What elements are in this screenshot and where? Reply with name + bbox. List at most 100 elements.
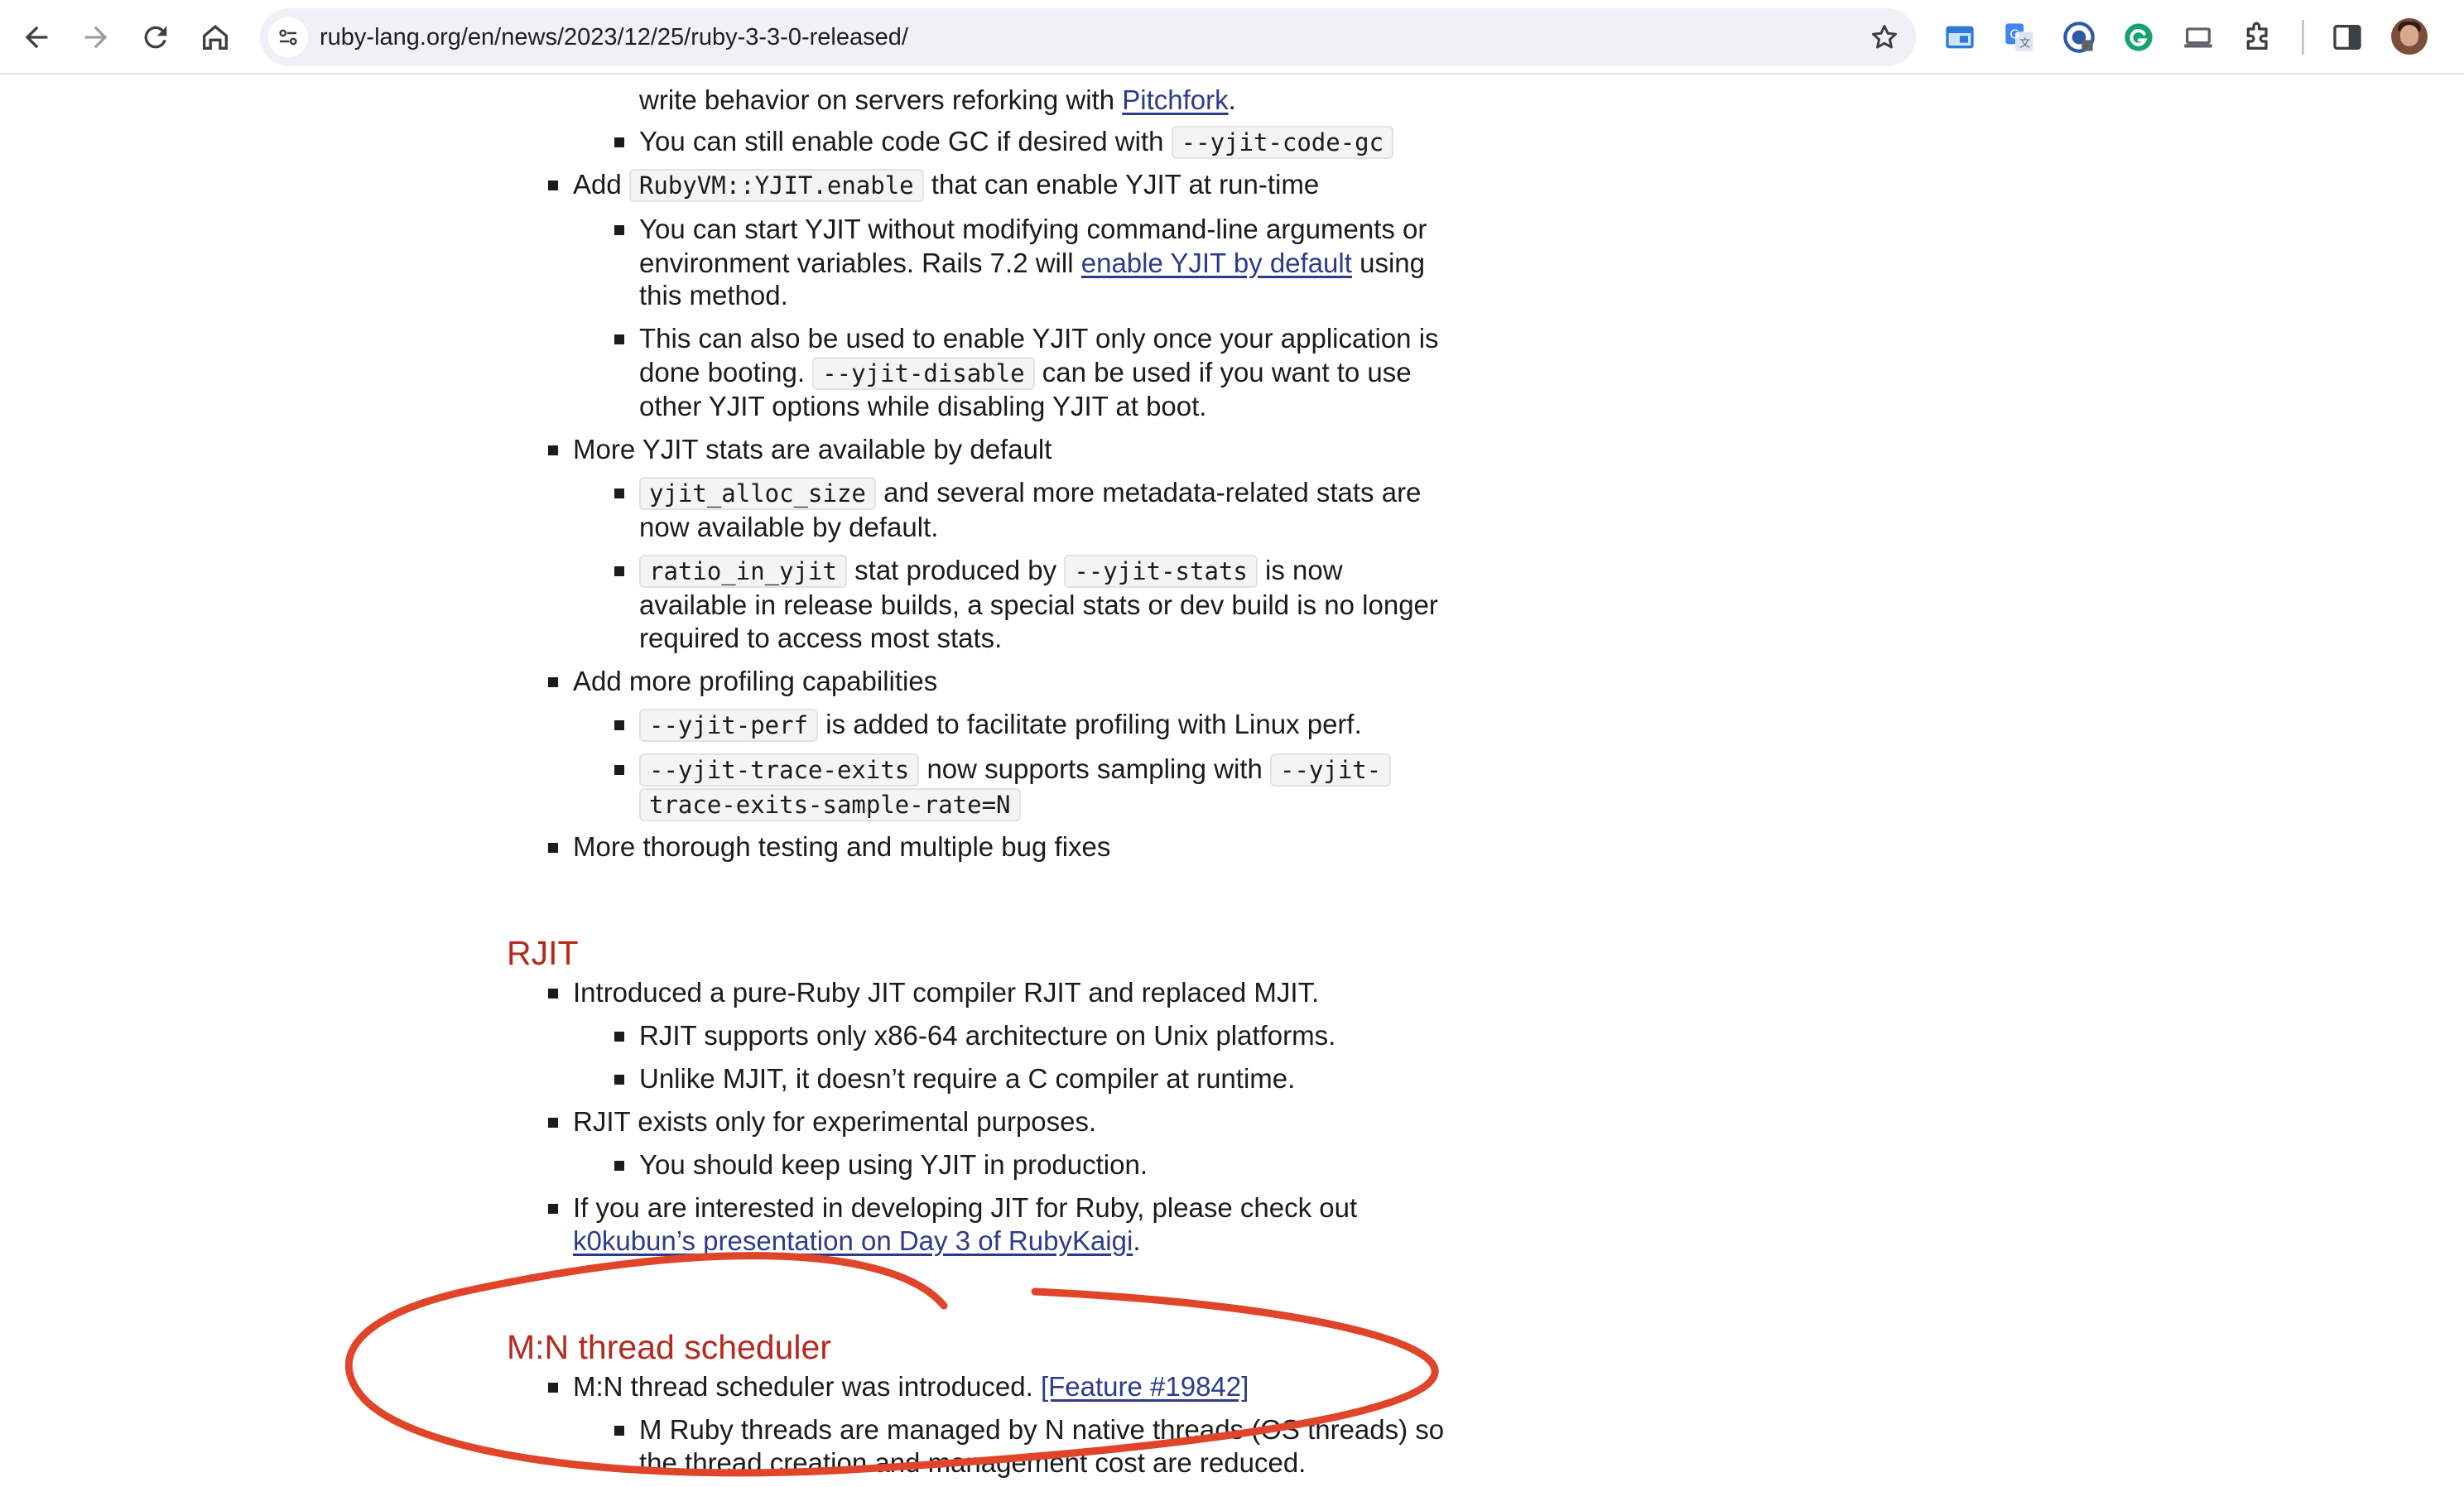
list-item: This can also be used to enable YJIT onl… [639, 323, 1439, 354]
browser-toolbar: ruby-lang.org/en/news/2023/12/25/ruby-3-… [0, 0, 2464, 75]
list-item: RJIT supports only x86-64 architecture o… [639, 1020, 1336, 1051]
list-item: ratio_in_yjit stat produced by --yjit-st… [639, 553, 1343, 589]
bullet [614, 1032, 624, 1042]
grammarly-icon[interactable] [2118, 17, 2159, 58]
code-snippet: --yjit-code-gc [1171, 126, 1394, 159]
section-heading-rjit: RJIT [507, 934, 579, 972]
bullet [614, 1075, 624, 1085]
list-item: Add RubyVM::YJIT.enable that can enable … [573, 167, 1319, 203]
site-info-icon[interactable] [268, 17, 308, 57]
text-line: done booting. --yjit-disable can be used… [639, 355, 1412, 391]
text: can be used if you want to use [1034, 357, 1412, 387]
back-icon[interactable] [10, 11, 63, 64]
code-snippet: --yjit-trace-exits [639, 753, 920, 787]
bullet [614, 137, 624, 147]
bullet [614, 1426, 624, 1436]
address-bar[interactable]: ruby-lang.org/en/news/2023/12/25/ruby-3-… [260, 8, 1916, 66]
text: environment variables. Rails 7.2 will [639, 248, 1081, 278]
text-line: k0kubun’s presentation on Day 3 of RubyK… [573, 1224, 1141, 1258]
google-translate-icon[interactable]: G文 [1999, 17, 2040, 58]
url-text[interactable]: ruby-lang.org/en/news/2023/12/25/ruby-3-… [320, 8, 908, 66]
puzzle-extensions-icon[interactable] [2237, 17, 2279, 58]
bullet [548, 677, 558, 687]
bullet [548, 843, 558, 853]
forward-icon[interactable] [70, 11, 123, 64]
list-item: More thorough testing and multiple bug f… [573, 831, 1111, 862]
text: done booting. [639, 357, 813, 387]
list-item: yjit_alloc_size and several more metadat… [639, 475, 1421, 511]
text: stat produced by [846, 555, 1065, 585]
text: You can still enable code GC if desired … [639, 126, 1172, 156]
text: that can enable YJIT at run-time [923, 169, 1320, 200]
bullet [548, 989, 558, 999]
list-item: Add more profiling capabilities [573, 666, 938, 696]
list-item: --yjit-perf is added to facilitate profi… [639, 707, 1362, 743]
code-snippet: trace-exits-sample-rate=N [639, 788, 1021, 821]
text-line: available in release builds, a special s… [639, 590, 1438, 620]
bullet [614, 1161, 624, 1171]
text: Add [573, 169, 629, 200]
list-item: M Ruby threads are managed by N native t… [639, 1414, 1445, 1445]
bullet [614, 225, 624, 235]
svg-text:G: G [2009, 27, 2019, 42]
list-item: Unlike MJIT, it doesn’t require a C comp… [639, 1063, 1296, 1094]
text-line: other YJIT options while disabling YJIT … [639, 391, 1207, 421]
bullet [548, 1204, 558, 1214]
avatar-face [2400, 25, 2418, 46]
list-item: M:N thread scheduler was introduced. [Fe… [573, 1369, 1249, 1404]
code-snippet: RubyVM::YJIT.enable [628, 169, 924, 202]
text-line: this method. [639, 280, 788, 310]
svg-text:文: 文 [2019, 37, 2030, 51]
reload-icon[interactable] [129, 11, 182, 64]
k0kubun-presentation-link[interactable]: k0kubun’s presentation on Day 3 of RubyK… [573, 1225, 1133, 1256]
bullet [614, 334, 624, 344]
text-line: the thread creation and management cost … [639, 1447, 1307, 1478]
text-line: write behavior on servers reforking with… [639, 83, 1236, 118]
list-item: You can start YJIT without modifying com… [639, 214, 1427, 244]
bullet [614, 765, 624, 775]
bullet [614, 488, 624, 498]
cast-icon[interactable] [2178, 17, 2219, 58]
text: . [1133, 1225, 1141, 1256]
list-item: RJIT exists only for experimental purpos… [573, 1106, 1097, 1137]
article-content: write behavior on servers reforking with… [0, 76, 2464, 1487]
toolbar-divider [2302, 20, 2304, 55]
password-manager-icon[interactable] [2058, 17, 2100, 58]
list-item: More YJIT stats are available by default [573, 434, 1052, 464]
code-snippet: ratio_in_yjit [639, 555, 847, 588]
bullet [548, 445, 558, 455]
list-item: Introduced a pure-Ruby JIT compiler RJIT… [573, 977, 1320, 1008]
text: . [1228, 84, 1236, 115]
bullet [548, 1383, 558, 1393]
list-item: --yjit-trace-exits now supports sampling… [639, 752, 1392, 787]
text-line: now available by default. [639, 512, 939, 542]
text-line: environment variables. Rails 7.2 will en… [639, 246, 1425, 281]
text: is now [1257, 555, 1343, 585]
text: M:N thread scheduler was introduced. [573, 1371, 1041, 1402]
pitchfork-link[interactable]: Pitchfork [1122, 84, 1228, 115]
list-item: If you are interested in developing JIT … [573, 1192, 1358, 1223]
list-item: You should keep using YJIT in production… [639, 1149, 1148, 1180]
home-icon[interactable] [189, 11, 242, 64]
section-heading-mn-thread-scheduler: M:N thread scheduler [507, 1328, 831, 1366]
text-line: required to access most stats. [639, 623, 1003, 653]
enable-yjit-by-default-link[interactable]: enable YJIT by default [1081, 248, 1352, 278]
text: and several more metadata-related stats … [875, 477, 1422, 508]
bookmark-star-icon[interactable] [1865, 17, 1904, 57]
profile-avatar[interactable] [2391, 18, 2428, 55]
code-snippet: --yjit-stats [1064, 555, 1258, 588]
code-snippet: --yjit-perf [639, 709, 819, 742]
bullet [614, 720, 624, 730]
feature-19842-link[interactable]: [Feature #19842] [1041, 1371, 1249, 1402]
code-snippet: --yjit-disable [812, 357, 1035, 390]
text-line: trace-exits-sample-rate=N [639, 787, 1021, 822]
bullet [548, 180, 558, 190]
side-panel-icon[interactable] [2327, 17, 2368, 58]
bullet [548, 1118, 558, 1128]
text: is added to facilitate profiling with Li… [818, 709, 1362, 739]
text: using [1351, 248, 1425, 278]
text: now supports sampling with [919, 753, 1270, 784]
bullet [614, 566, 624, 576]
list-item: You can still enable code GC if desired … [639, 124, 1394, 160]
extension-window-icon[interactable] [1939, 17, 1980, 58]
